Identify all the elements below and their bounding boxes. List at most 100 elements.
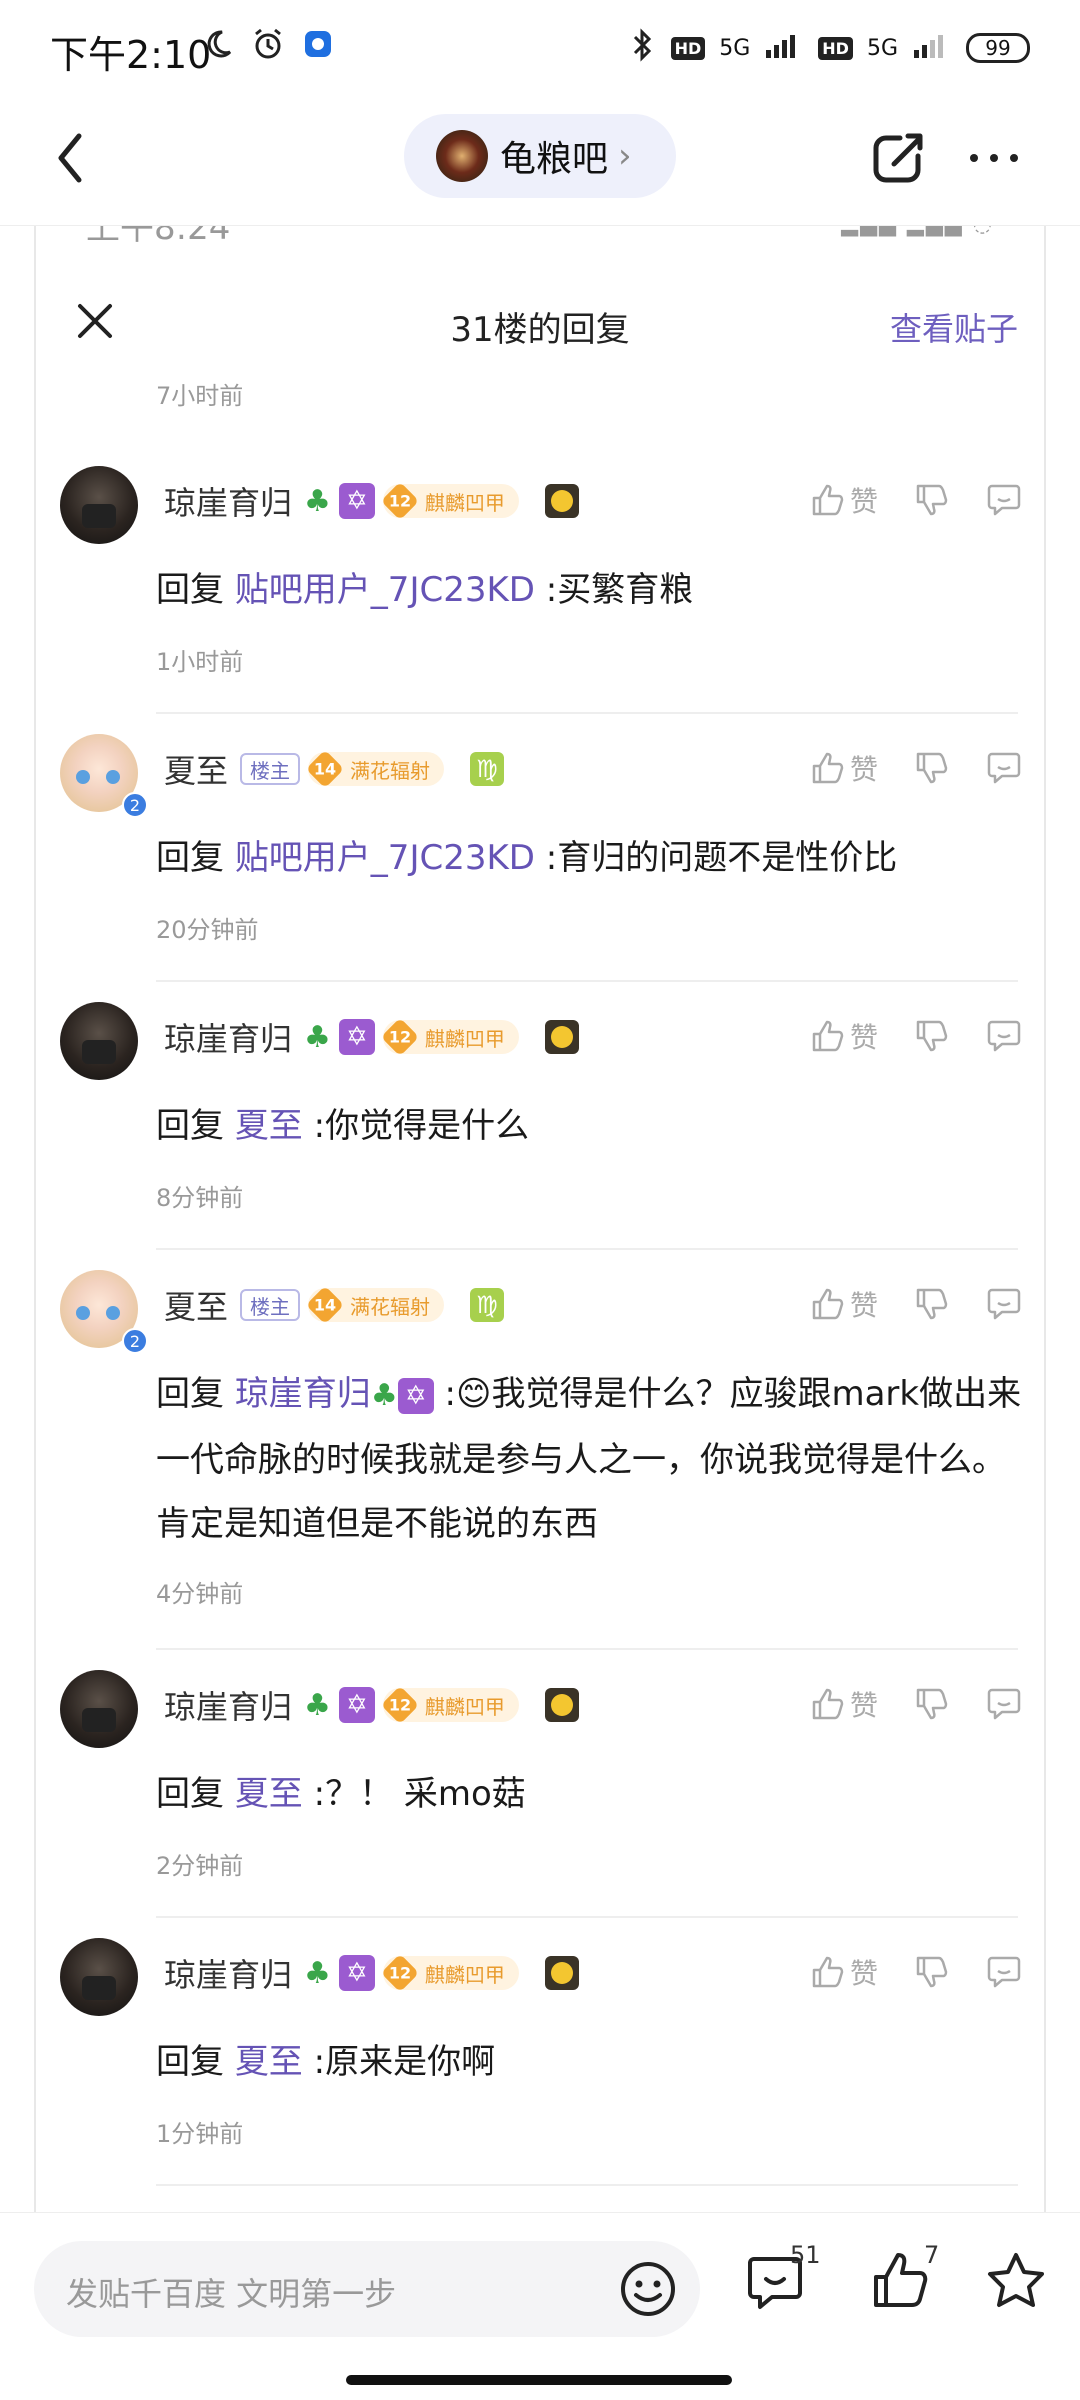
thumb-up-icon xyxy=(812,752,844,784)
reply-time: 1小时前 xyxy=(156,648,244,676)
hexagram-icon: ✡ xyxy=(338,1955,375,1991)
username[interactable]: 琼崖育归 xyxy=(164,1014,292,1060)
zodiac-virgo-icon: ♍ xyxy=(470,752,505,786)
thumb-down-icon xyxy=(916,1288,948,1320)
alarm-icon xyxy=(250,26,286,62)
dislike-button[interactable] xyxy=(914,1686,950,1722)
divider xyxy=(156,2184,1018,2186)
name-row: 夏至 楼主 14 满花辐射 ♍ xyxy=(164,744,505,794)
level-badge: 14 满花辐射 xyxy=(305,749,445,789)
reply-time: 1分钟前 xyxy=(156,2120,244,2148)
hexagram-icon: ✡ xyxy=(338,483,375,519)
ghost-status-icons: ▂▄▆ ▂▄▆ ◌ xyxy=(841,226,994,237)
signal-icon xyxy=(764,30,804,66)
comment-button[interactable] xyxy=(986,1018,1022,1054)
thumb-down-icon xyxy=(916,1956,948,1988)
avatar[interactable] xyxy=(60,1670,138,1748)
like-button[interactable]: 赞 xyxy=(810,1284,878,1324)
owner-tag: 楼主 xyxy=(240,1289,301,1321)
reply-composer[interactable]: 发贴千百度 文明第一步 xyxy=(34,2241,700,2337)
like-button[interactable]: 赞 xyxy=(810,1016,878,1056)
comment-icon xyxy=(987,1020,1021,1052)
view-post-link[interactable]: 查看贴子 xyxy=(890,304,1018,350)
comment-icon xyxy=(987,752,1021,784)
status-time: 下午2:10 xyxy=(50,33,212,77)
medal-icon xyxy=(544,484,579,518)
back-button[interactable] xyxy=(40,128,100,188)
thumb-down-icon xyxy=(916,1020,948,1052)
mention-link[interactable]: 贴吧用户_7JC23KD xyxy=(235,838,535,878)
mention-link[interactable]: 琼崖育归 xyxy=(235,1374,371,1414)
app-notification-icon xyxy=(300,26,336,62)
status-bar: 下午2:10 HD 5G HD 5G 99 xyxy=(0,0,1080,96)
dislike-button[interactable] xyxy=(914,750,950,786)
home-indicator[interactable] xyxy=(346,2375,732,2385)
username[interactable]: 夏至 xyxy=(164,746,228,792)
emoji-icon xyxy=(621,2262,675,2316)
clover-icon: ♣ xyxy=(370,1378,398,1413)
like-button[interactable]: 赞 xyxy=(810,1952,878,1992)
reply-item: 琼崖育归 ♣ ✡ 12 麒麟凹甲 赞 回复 夏至 :？！ 采mo菇 2分钟前 xyxy=(36,1650,1044,1918)
reply-time: 20分钟前 xyxy=(156,916,259,944)
emoji-button[interactable] xyxy=(618,2259,678,2319)
reply-text: 回复 贴吧用户_7JC23KD :育归的问题不是性价比 xyxy=(156,838,898,878)
username[interactable]: 琼崖育归 xyxy=(164,1682,292,1728)
clover-icon: ♣ xyxy=(304,1955,331,1991)
reply-time: 2分钟前 xyxy=(156,1852,244,1880)
favorite-button[interactable] xyxy=(984,2249,1054,2319)
more-dot xyxy=(990,154,998,162)
more-button[interactable] xyxy=(962,140,1026,176)
mention-link[interactable]: 贴吧用户_7JC23KD xyxy=(235,570,535,610)
username[interactable]: 琼崖育归 xyxy=(164,478,292,524)
username[interactable]: 夏至 xyxy=(164,1282,228,1328)
hexagram-icon: ✡ xyxy=(338,1687,375,1723)
owner-tag: 楼主 xyxy=(240,753,301,785)
avatar[interactable] xyxy=(60,1938,138,2016)
level-badge: 12 麒麟凹甲 xyxy=(380,1017,519,1057)
comment-button[interactable] xyxy=(986,1286,1022,1322)
hd-badge-1: HD xyxy=(670,36,706,60)
dislike-button[interactable] xyxy=(914,482,950,518)
name-row: 夏至 楼主 14 满花辐射 ♍ xyxy=(164,1280,505,1330)
forum-chip[interactable]: 龟粮吧 › xyxy=(404,114,676,198)
comment-button[interactable] xyxy=(986,482,1022,518)
hexagram-icon: ✡ xyxy=(397,1377,434,1414)
comment-button[interactable] xyxy=(986,1954,1022,1990)
share-button[interactable] xyxy=(866,126,930,190)
composer-placeholder: 发贴千百度 文明第一步 xyxy=(66,2275,397,2313)
top-nav: 龟粮吧 › xyxy=(0,96,1080,226)
mention-link[interactable]: 夏至 xyxy=(235,1106,303,1146)
dislike-button[interactable] xyxy=(914,1018,950,1054)
like-count: 7 xyxy=(924,2241,940,2269)
mention-link[interactable]: 夏至 xyxy=(235,1774,303,1814)
username[interactable]: 琼崖育归 xyxy=(164,1950,292,1996)
replies-panel: 上午8:24 ▂▄▆ ▂▄▆ ◌ 31楼的回复 查看贴子 7小时前 琼崖育归 ♣… xyxy=(34,226,1046,2212)
mention-link[interactable]: 夏至 xyxy=(235,2042,303,2082)
level-badge: 12 麒麟凹甲 xyxy=(380,1685,519,1725)
comment-button[interactable] xyxy=(986,750,1022,786)
avatar[interactable] xyxy=(60,466,138,544)
more-dot xyxy=(970,154,978,162)
reply-text: 回复 夏至 :原来是你啊 xyxy=(156,2042,496,2082)
comment-icon xyxy=(987,1288,1021,1320)
avatar[interactable] xyxy=(60,1002,138,1080)
comment-button[interactable] xyxy=(986,1686,1022,1722)
thumb-up-icon xyxy=(812,1956,844,1988)
dislike-button[interactable] xyxy=(914,1286,950,1322)
like-button[interactable]: 赞 xyxy=(810,480,878,520)
like-button[interactable]: 赞 xyxy=(810,748,878,788)
moon-icon xyxy=(200,26,236,62)
bluetooth-icon xyxy=(627,28,657,68)
hd-badge-2: HD xyxy=(818,36,853,60)
status-right: HD 5G HD 5G 99 xyxy=(627,28,1030,68)
like-button[interactable]: 赞 xyxy=(810,1684,878,1724)
share-icon xyxy=(873,133,923,183)
reply-text: 回复 夏至 :你觉得是什么 xyxy=(156,1106,530,1146)
dislike-button[interactable] xyxy=(914,1954,950,1990)
smile-emoji: 😊 xyxy=(456,1374,492,1414)
reply-item: 琼崖育归 ♣ ✡ 12 麒麟凹甲 赞 回复 贴吧用户_7JC23KD :买繁育粮 … xyxy=(36,446,1044,714)
reply-actions: 赞 xyxy=(774,748,1022,788)
thumb-down-icon xyxy=(916,1688,948,1720)
status-icons-left xyxy=(200,26,336,62)
reply-text: 回复 贴吧用户_7JC23KD :买繁育粮 xyxy=(156,570,694,610)
